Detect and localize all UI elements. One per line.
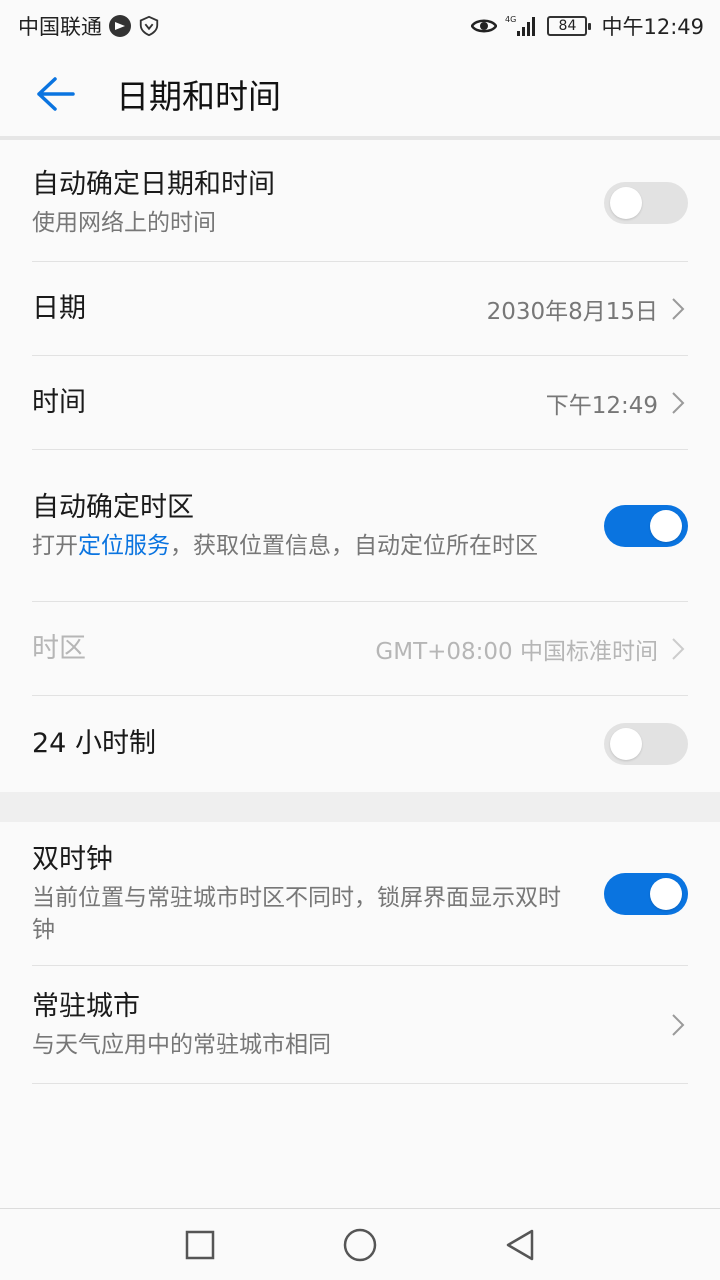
subtitle-prefix: 打开 — [32, 532, 78, 559]
toggle-knob — [610, 186, 642, 219]
toggle-knob — [650, 877, 682, 910]
auto-timezone-row[interactable]: 自动确定时区 打开定位服务，获取位置信息，自动定位所在时区 — [32, 450, 688, 602]
chevron-right-icon — [668, 389, 688, 417]
dual-clock-row[interactable]: 双时钟 当前位置与常驻城市时区不同时，锁屏界面显示双时钟 — [32, 822, 688, 966]
status-bar: 中国联通 4G 84 中午12:49 — [0, 0, 720, 52]
chevron-right-icon — [668, 295, 688, 323]
network-type-label: 4G — [505, 15, 516, 24]
time-row[interactable]: 时间 下午12:49 — [32, 356, 688, 450]
date-title: 日期 — [32, 292, 86, 324]
home-city-title: 常驻城市 — [32, 990, 140, 1022]
dual-clock-toggle[interactable] — [604, 872, 688, 915]
back-arrow-icon — [37, 77, 75, 111]
chevron-right-icon — [668, 635, 688, 663]
time-value: 下午12:49 — [545, 392, 658, 419]
datetime-settings-section: 自动确定日期和时间 使用网络上的时间 日期 2030年8月15日 时间 下午12… — [0, 144, 720, 792]
auto-datetime-title: 自动确定日期和时间 — [32, 168, 275, 200]
subtitle-suffix: ，获取位置信息，自动定位所在时区 — [170, 532, 538, 559]
app-bar: 日期和时间 — [0, 52, 720, 140]
dual-clock-title: 双时钟 — [32, 843, 113, 875]
page-title: 日期和时间 — [116, 77, 281, 116]
location-service-link[interactable]: 定位服务 — [78, 533, 170, 559]
auto-datetime-toggle[interactable] — [604, 181, 688, 224]
auto-timezone-title: 自动确定时区 — [32, 491, 194, 523]
triangle-back-icon — [506, 1229, 534, 1261]
hour24-title: 24 小时制 — [32, 728, 156, 759]
hour24-toggle[interactable] — [604, 723, 688, 765]
battery-icon: 84 — [547, 16, 592, 36]
dual-clock-section: 双时钟 当前位置与常驻城市时区不同时，锁屏界面显示双时钟 常驻城市 与天气应用中… — [0, 822, 720, 1086]
recents-button[interactable] — [160, 1209, 240, 1280]
home-city-row[interactable]: 常驻城市 与天气应用中的常驻城市相同 — [32, 966, 688, 1084]
shield-icon — [138, 15, 160, 37]
toggle-knob — [650, 509, 682, 542]
time-title: 时间 — [32, 386, 86, 418]
notification-app-icon — [108, 14, 132, 38]
battery-level: 84 — [558, 18, 577, 34]
section-gap — [0, 792, 720, 822]
back-nav-button[interactable] — [480, 1209, 560, 1280]
dual-clock-subtitle: 当前位置与常驻城市时区不同时，锁屏界面显示双时钟 — [32, 884, 561, 943]
chevron-right-icon — [668, 1011, 688, 1039]
system-nav-bar — [0, 1208, 720, 1280]
eye-comfort-icon — [471, 16, 498, 36]
auto-datetime-subtitle: 使用网络上的时间 — [32, 209, 216, 236]
timezone-row: 时区 GMT+08:00 中国标准时间 — [32, 602, 688, 696]
auto-timezone-subtitle: 打开定位服务，获取位置信息，自动定位所在时区 — [32, 530, 564, 562]
date-value: 2030年8月15日 — [486, 298, 658, 325]
timezone-title: 时区 — [32, 632, 86, 664]
circle-icon — [343, 1228, 377, 1262]
timezone-value: GMT+08:00 中国标准时间 — [375, 638, 658, 665]
square-icon — [185, 1230, 215, 1260]
signal-4g-icon: 4G — [505, 14, 539, 38]
hour24-row[interactable]: 24 小时制 — [32, 696, 688, 792]
status-time: 中午12:49 — [601, 15, 704, 39]
date-row[interactable]: 日期 2030年8月15日 — [32, 262, 688, 356]
back-button[interactable] — [0, 50, 110, 138]
auto-datetime-row[interactable]: 自动确定日期和时间 使用网络上的时间 — [32, 144, 688, 262]
carrier-name: 中国联通 — [18, 15, 102, 39]
home-city-subtitle: 与天气应用中的常驻城市相同 — [32, 1031, 331, 1058]
toggle-knob — [610, 728, 642, 760]
home-button[interactable] — [320, 1209, 400, 1280]
auto-timezone-toggle[interactable] — [604, 504, 688, 547]
